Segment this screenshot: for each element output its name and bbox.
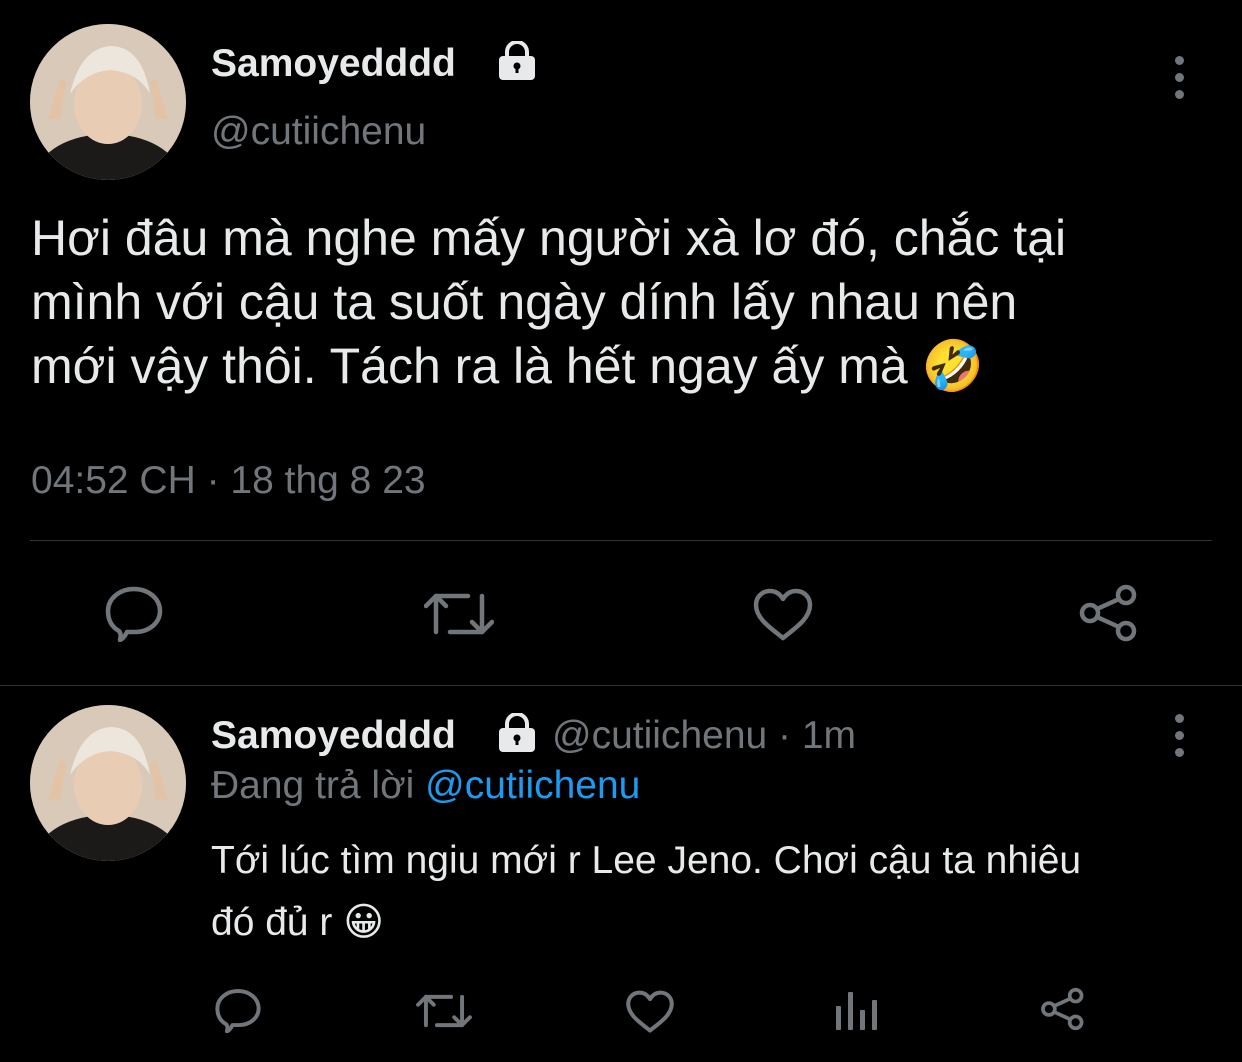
tweet-text-line: mới vậy thôi. Tách ra là hết ngay ấy mà … <box>31 338 984 394</box>
replying-to-link[interactable]: @cutiichenu <box>425 764 640 807</box>
handle[interactable]: @cutiichenu <box>211 110 426 154</box>
retweet-icon[interactable] <box>416 989 472 1033</box>
reply-handle-time[interactable]: @cutiichenu · 1m <box>552 714 856 758</box>
replying-to: Đang trả lời @cutiichenu <box>211 764 640 808</box>
timestamp[interactable]: 04:52 CH · 18 thg 8 23 <box>31 459 426 503</box>
lock-icon <box>497 41 537 81</box>
comment-icon[interactable] <box>103 584 165 642</box>
avatar[interactable] <box>30 24 186 180</box>
reply-text-line: đó đủ r 😀 <box>211 901 384 944</box>
reply-display-name[interactable]: Samoyedddd <box>211 714 456 758</box>
section-divider <box>0 685 1242 686</box>
tweet-text-line: mình với cậu ta suốt ngày dính lấy nhau … <box>31 274 1018 330</box>
more-options-icon[interactable] <box>1173 56 1185 107</box>
reply-text-line: Tới lúc tìm ngiu mới r Lee Jeno. Chơi cậ… <box>211 839 1082 882</box>
tweet-text: Hơi đâu mà nghe mấy người xà lơ đó, chắc… <box>31 206 1066 398</box>
share-icon[interactable] <box>1078 584 1140 642</box>
display-name[interactable]: Samoyedddd <box>211 42 456 86</box>
analytics-icon[interactable] <box>834 988 878 1032</box>
divider <box>30 540 1212 541</box>
comment-icon[interactable] <box>213 987 263 1033</box>
reply-text: Tới lúc tìm ngiu mới r Lee Jeno. Chơi cậ… <box>211 830 1081 954</box>
like-icon[interactable] <box>752 588 814 642</box>
more-options-icon[interactable] <box>1173 714 1185 765</box>
tweet-text-line: Hơi đâu mà nghe mấy người xà lơ đó, chắc… <box>31 210 1067 266</box>
like-icon[interactable] <box>625 990 675 1034</box>
retweet-icon[interactable] <box>424 586 494 642</box>
share-icon[interactable] <box>1040 987 1086 1031</box>
reply-avatar[interactable] <box>30 705 186 861</box>
replying-prefix: Đang trả lời <box>211 764 415 807</box>
lock-icon <box>497 713 537 753</box>
